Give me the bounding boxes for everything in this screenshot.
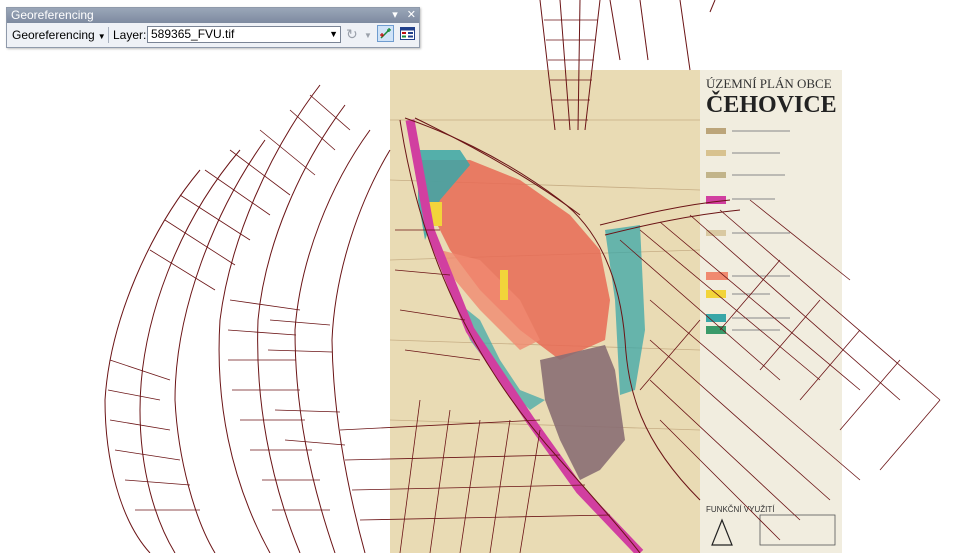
- plan-title-line2: ČEHOVICE: [706, 91, 837, 118]
- close-icon[interactable]: ✕: [407, 9, 416, 21]
- minimize-icon[interactable]: ▾: [392, 9, 398, 21]
- georeferencing-menu-button[interactable]: Georeferencing ▼: [12, 27, 106, 45]
- raster-plan-image: ÚZEMNÍ PLÁN OBCE ČEHOVICE FUNKČNÍ VYUŽIT…: [390, 70, 842, 553]
- toolbar-title: Georeferencing: [11, 8, 94, 22]
- layer-select-value: 589365_FVU.tif: [151, 27, 235, 41]
- add-control-points-icon: [380, 28, 391, 39]
- plan-title-line1: ÚZEMNÍ PLÁN OBCE: [706, 76, 832, 91]
- add-control-points-button[interactable]: [377, 25, 394, 42]
- link-table-icon: [400, 27, 415, 40]
- plan-footer: FUNKČNÍ VYUŽITÍ: [706, 505, 775, 514]
- dropdown-arrow-icon: ▼: [97, 32, 106, 41]
- chevron-down-icon[interactable]: ▼: [329, 27, 338, 42]
- toolbar-title-bar[interactable]: Georeferencing ▾ ✕: [7, 8, 419, 23]
- layer-label: Layer:: [113, 28, 147, 42]
- toolbar-separator: [108, 27, 109, 43]
- rotate-icon[interactable]: ↻: [346, 26, 358, 42]
- georeferencing-menu-label: Georeferencing: [12, 28, 95, 42]
- map-canvas[interactable]: ÚZEMNÍ PLÁN OBCE ČEHOVICE FUNKČNÍ VYUŽIT…: [0, 0, 966, 553]
- link-table-button[interactable]: [399, 25, 416, 42]
- rotate-dropdown-icon[interactable]: ▼: [364, 28, 372, 44]
- georeferencing-toolbar[interactable]: Georeferencing ▾ ✕ Georeferencing ▼ Layer…: [6, 7, 420, 48]
- layer-select[interactable]: 589365_FVU.tif ▼: [147, 26, 341, 43]
